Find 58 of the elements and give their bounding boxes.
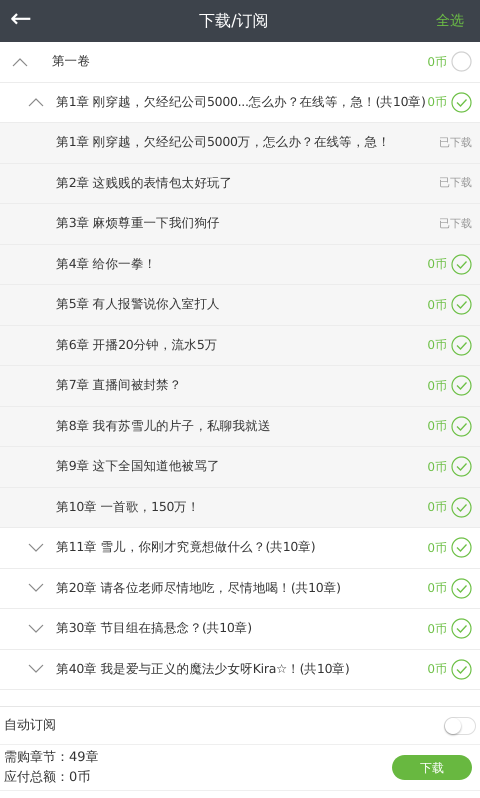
expand-chevron-icon[interactable] — [28, 542, 44, 553]
collapse-chevron-icon[interactable] — [28, 97, 44, 108]
chapter-title[interactable]: 第8章 我有苏雪儿的片子，私聊我就送 — [56, 416, 428, 436]
checked-circle-icon[interactable] — [451, 334, 472, 356]
chapter-title[interactable]: 第6章 开播20分钟，流水5万 — [56, 336, 428, 355]
chapter-title[interactable]: 第2章 这贱贱的表情包太好玩了 — [56, 174, 439, 193]
chapter-title[interactable]: 第4章 给你一拳！ — [56, 254, 428, 274]
required-chapters-text: 需购章节：49章 — [4, 749, 99, 767]
price-label: 0币 — [427, 661, 447, 678]
total-amount-text: 应付总额：0币 — [4, 768, 92, 786]
price-label: 0币 — [427, 458, 447, 476]
checked-circle-icon[interactable] — [451, 537, 472, 558]
checked-circle-icon[interactable] — [451, 496, 472, 518]
auto-subscribe-toggle[interactable] — [444, 716, 476, 734]
expand-chevron-icon[interactable] — [28, 583, 44, 594]
auto-subscribe-label: 自动订阅 — [4, 716, 56, 735]
checked-circle-icon[interactable] — [451, 375, 472, 396]
back-button[interactable]: ← — [0, 6, 32, 36]
price-label: 0币 — [427, 378, 447, 395]
collapse-chevron-icon[interactable] — [12, 56, 28, 67]
price-label: 0币 — [427, 540, 447, 557]
checked-circle-icon[interactable] — [451, 294, 472, 316]
chapter-title[interactable]: 第10章 一首歌，150万！ — [56, 498, 428, 517]
chapter-group-title[interactable]: 第11章 雪儿，你刚才究竟想做什么？(共10章) — [56, 538, 428, 558]
chapter-group-title[interactable]: 第20章 请各位老师尽情地吃，尽情地喝！(共10章) — [56, 578, 428, 598]
price-label: 0币 — [427, 256, 447, 274]
price-label: 0币 — [427, 337, 447, 354]
checked-circle-icon[interactable] — [451, 658, 472, 680]
checked-circle-icon[interactable] — [451, 254, 472, 275]
expand-chevron-icon[interactable] — [28, 664, 44, 674]
chapter-group-title[interactable]: 第40章 我是爱与正义的魔法少女呀Kira☆！(共10章) — [56, 660, 428, 679]
chapter-title[interactable]: 第7章 直播间被封禁？ — [56, 376, 428, 396]
chapter-title[interactable]: 第5章 有人报警说你入室打人 — [56, 295, 428, 314]
page-title: 下载/订阅 — [199, 10, 269, 32]
price-label: 0币 — [427, 54, 447, 71]
downloaded-label: 已下载 — [439, 134, 472, 150]
price-label: 0币 — [427, 580, 447, 598]
price-label: 0币 — [427, 418, 447, 436]
expand-chevron-icon[interactable] — [28, 624, 44, 634]
volume-title[interactable]: 第一卷 — [52, 52, 428, 72]
chapter-group-title[interactable]: 第30章 节目组在搞悬念？(共10章) — [56, 619, 428, 638]
price-label: 0币 — [427, 94, 447, 112]
checked-circle-icon[interactable] — [451, 578, 472, 599]
select-all-button[interactable]: 全选 — [436, 10, 464, 32]
price-label: 0币 — [427, 499, 447, 516]
price-label: 0币 — [427, 620, 447, 638]
chapter-title[interactable]: 第9章 这下全国知道他被骂了 — [56, 457, 428, 476]
checked-circle-icon[interactable] — [451, 92, 472, 113]
chapter-title[interactable]: 第3章 麻烦尊重一下我们狗仔 — [56, 214, 439, 234]
downloaded-label: 已下载 — [439, 216, 472, 232]
unchecked-circle-icon[interactable] — [451, 51, 472, 72]
checked-circle-icon[interactable] — [451, 618, 472, 640]
chapter-title[interactable]: 第1章 刚穿越，欠经纪公司5000万，怎么办？在线等，急！ — [56, 133, 439, 152]
checked-circle-icon[interactable] — [451, 416, 472, 437]
downloaded-label: 已下载 — [439, 175, 472, 191]
chapter-group-title[interactable]: 第1章 刚穿越，欠经纪公司5000...怎么办？在线等，急！(共10章) — [56, 92, 428, 112]
price-label: 0币 — [427, 296, 447, 314]
checked-circle-icon[interactable] — [451, 456, 472, 478]
